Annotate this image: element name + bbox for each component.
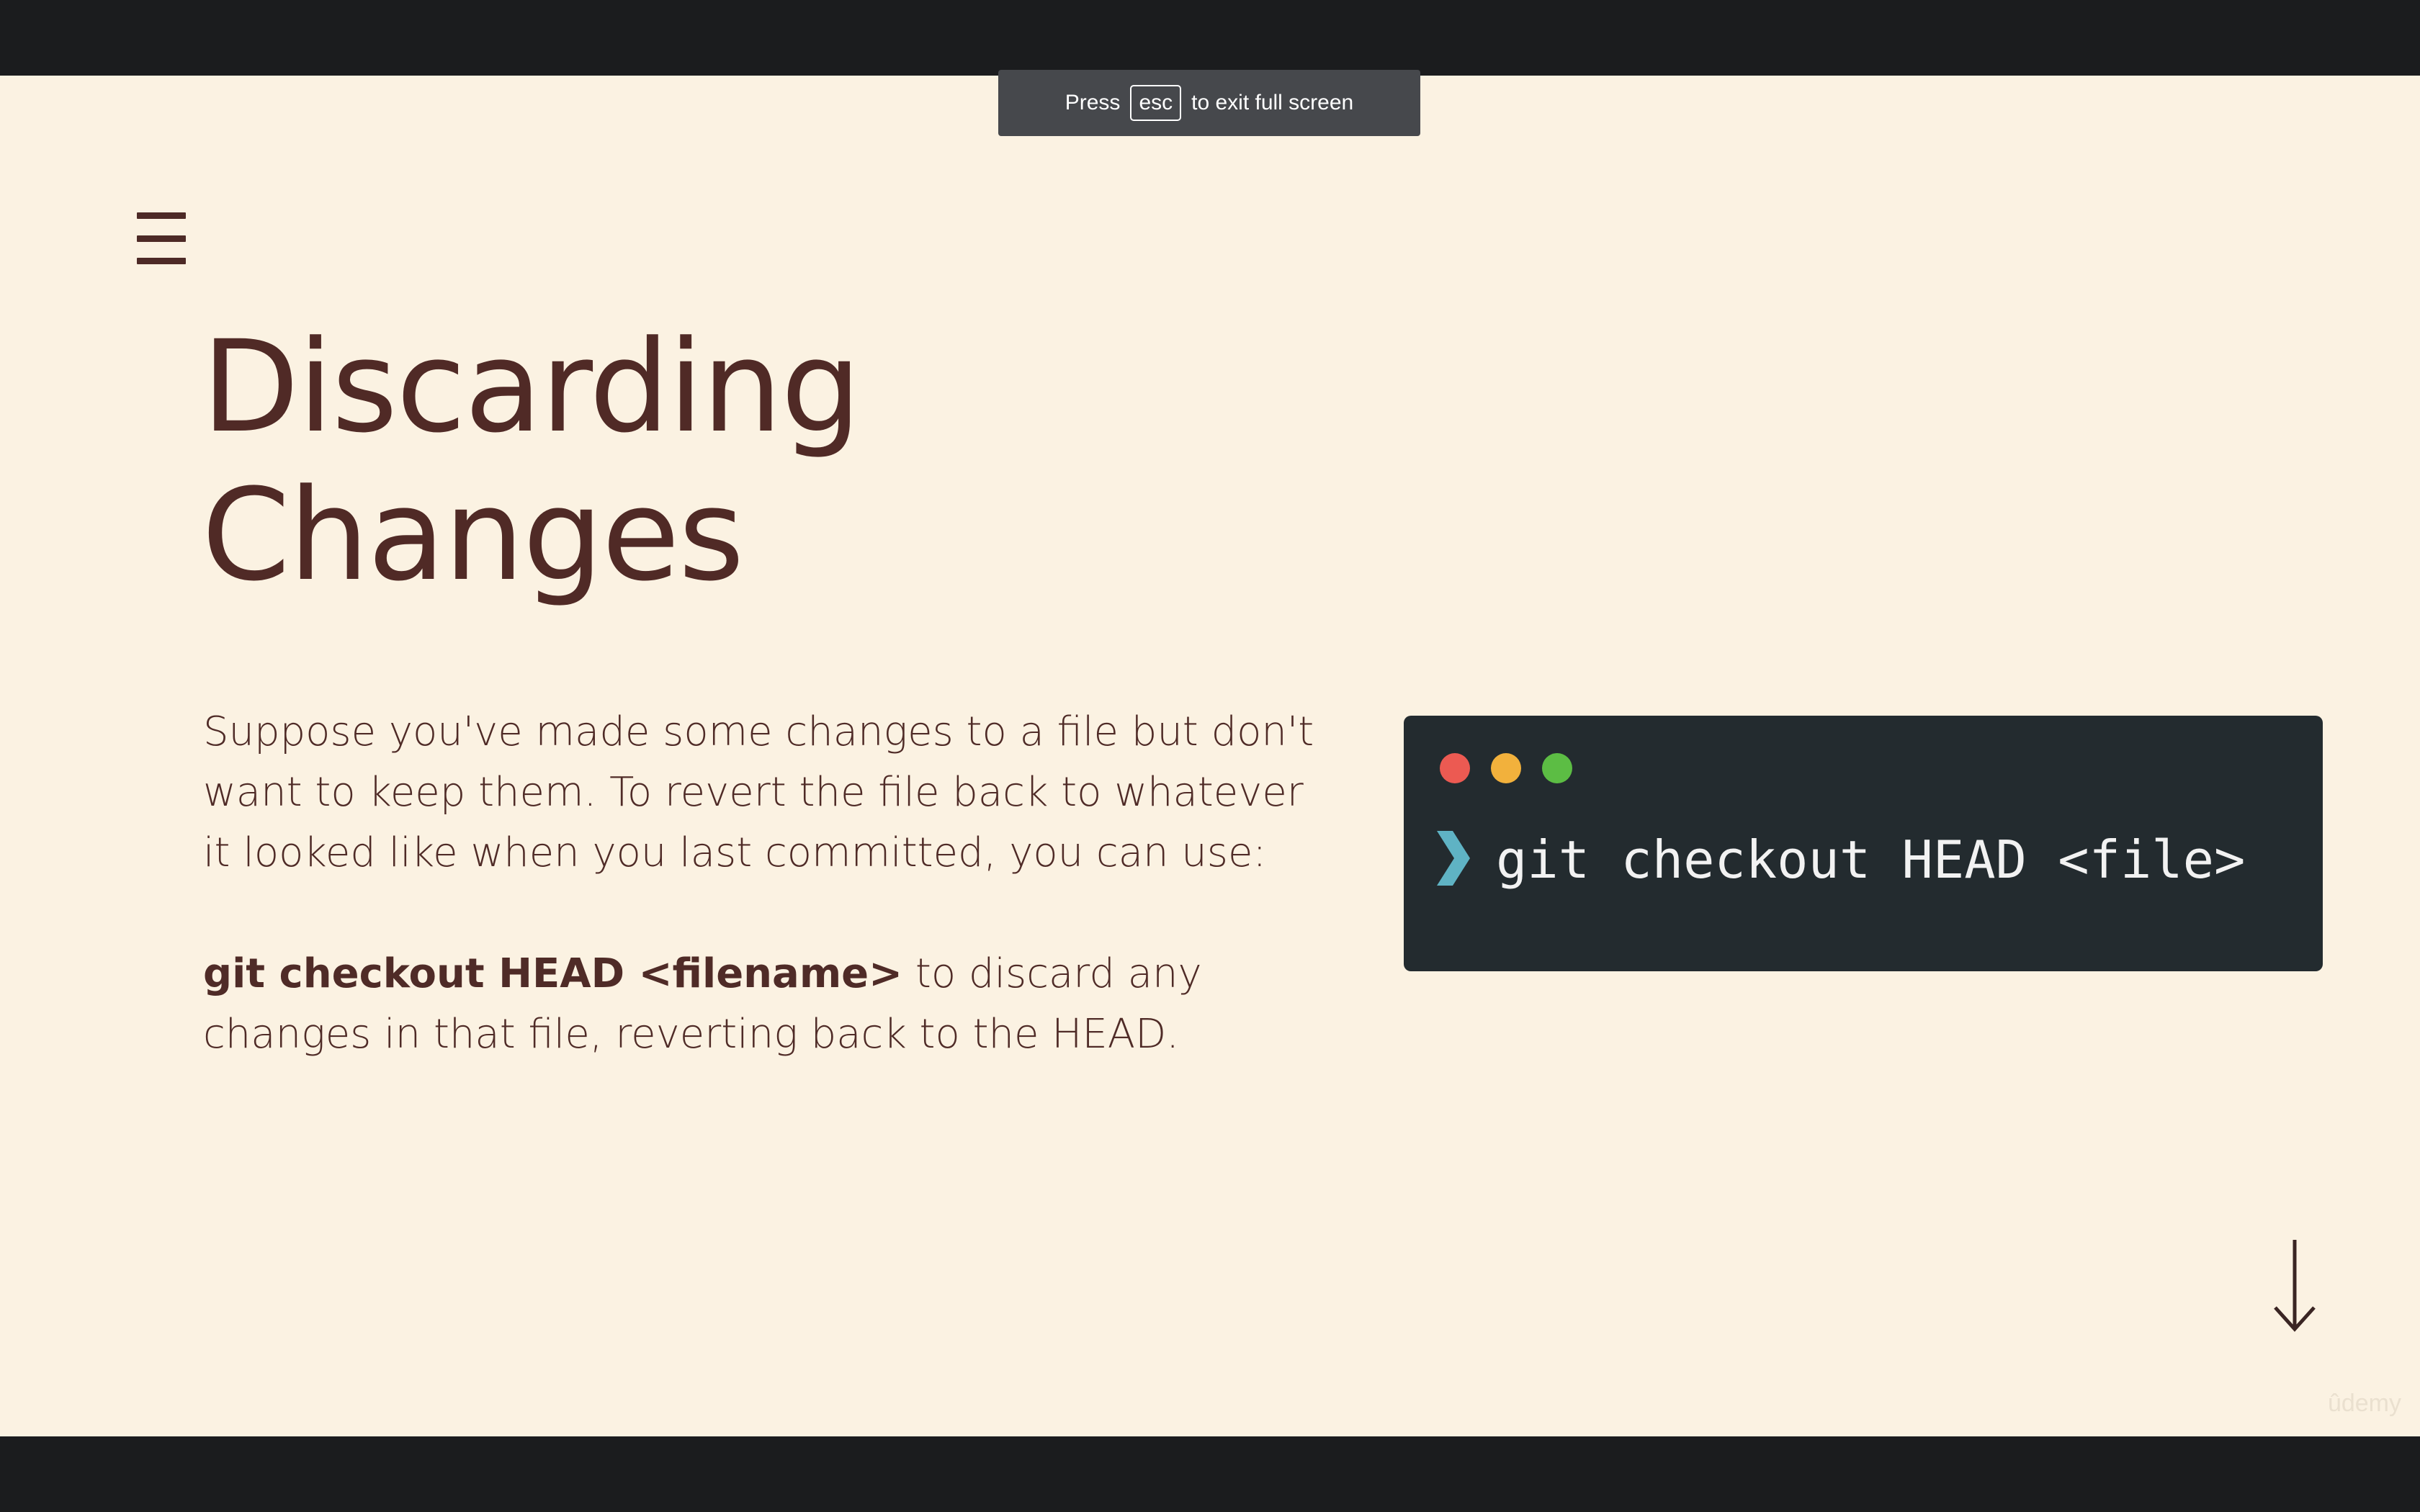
body-paragraph-2: git checkout HEAD <filename> to discard … bbox=[203, 944, 1327, 1065]
arrow-down-icon[interactable] bbox=[2272, 1238, 2317, 1332]
command-highlight: git checkout HEAD <filename> bbox=[203, 950, 903, 997]
menu-icon-bar bbox=[137, 235, 186, 242]
fullscreen-notice-suffix: to exit full screen bbox=[1191, 91, 1354, 114]
bottom-letterbox bbox=[0, 1436, 2420, 1512]
slide-title-line2: Changes bbox=[202, 462, 745, 609]
udemy-watermark: ûdemy bbox=[2327, 1390, 2401, 1417]
maximize-dot-icon bbox=[1542, 753, 1572, 783]
close-dot-icon bbox=[1440, 753, 1470, 783]
slide-title: Discarding Changes bbox=[202, 313, 861, 610]
top-letterbox bbox=[0, 0, 2420, 76]
slide-body: Suppose you've made some changes to a fi… bbox=[203, 702, 1327, 1065]
fullscreen-notice: Press esc to exit full screen bbox=[998, 70, 1420, 136]
minimize-dot-icon bbox=[1491, 753, 1521, 783]
slide: Discarding Changes Suppose you've made s… bbox=[0, 76, 2420, 1436]
body-paragraph-1: Suppose you've made some changes to a fi… bbox=[203, 708, 1314, 876]
fullscreen-notice-prefix: Press bbox=[1065, 91, 1121, 114]
menu-icon-bar bbox=[137, 212, 186, 219]
menu-icon-bar bbox=[137, 258, 186, 264]
slide-title-line1: Discarding bbox=[202, 313, 861, 461]
terminal-window: git checkout HEAD <file> bbox=[1404, 716, 2323, 971]
chevron-right-icon bbox=[1437, 831, 1470, 886]
terminal-command: git checkout HEAD <file> bbox=[1496, 829, 2246, 890]
esc-key-label: esc bbox=[1130, 85, 1182, 121]
menu-icon[interactable] bbox=[137, 212, 186, 264]
